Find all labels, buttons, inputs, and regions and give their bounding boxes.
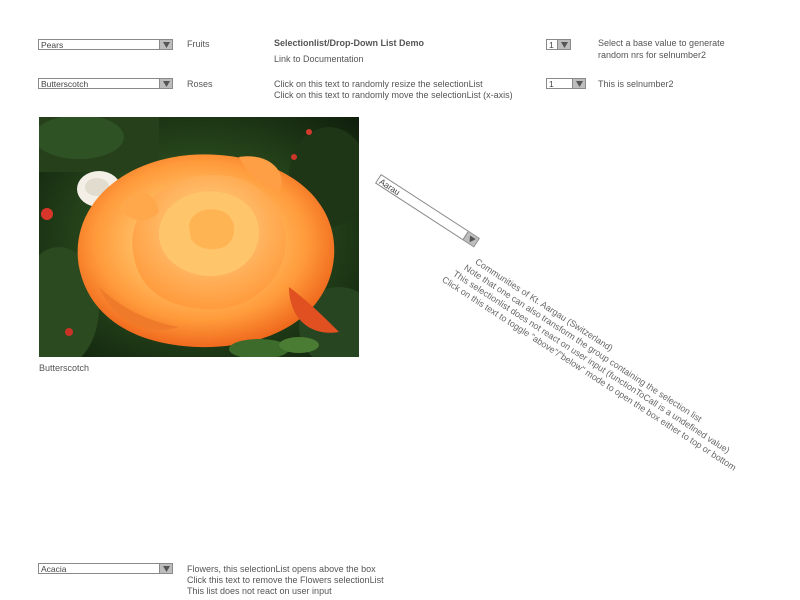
chevron-down-icon[interactable] <box>159 40 172 49</box>
fruits-label: Fruits <box>187 39 210 49</box>
selnumber1-help-line1: Select a base value to generate <box>598 38 725 48</box>
flowers-selected-value: Acacia <box>41 564 67 574</box>
resize-link[interactable]: Click on this text to randomly resize th… <box>274 79 483 90</box>
selnumber2-help: This is selnumber2 <box>598 79 674 89</box>
flowers-selectionlist[interactable]: Acacia <box>38 563 173 574</box>
roses-label: Roses <box>187 79 213 89</box>
chevron-down-icon[interactable] <box>159 79 172 88</box>
flowers-no-input-note: This list does not react on user input <box>187 586 332 596</box>
selnumber1-value: 1 <box>549 40 554 50</box>
toggle-mode-link[interactable]: Click on this text to toggle "above"/"be… <box>440 274 738 473</box>
photo-caption: Butterscotch <box>39 363 90 373</box>
chevron-down-icon[interactable] <box>557 40 570 49</box>
selnumber2-select[interactable]: 1 <box>546 78 586 89</box>
no-input-note: This selectionlist does not react on use… <box>451 268 732 456</box>
transform-note: Note that one can also transform the gro… <box>462 262 704 425</box>
remove-flowers-link[interactable]: Click this text to remove the Flowers se… <box>187 575 384 586</box>
chevron-down-icon[interactable] <box>159 564 172 573</box>
rose-photo <box>39 117 359 357</box>
roses-selectionlist[interactable]: Butterscotch <box>38 78 173 89</box>
rose-image <box>39 117 359 357</box>
selnumber1-select[interactable]: 1 <box>546 39 571 50</box>
communities-selectionlist[interactable]: Aarau <box>375 174 480 248</box>
selnumber2-value: 1 <box>549 79 554 89</box>
selnumber1-help-line2: random nrs for selnumber2 <box>598 50 707 60</box>
page-title: Selectionlist/Drop-Down List Demo <box>274 38 425 48</box>
fruits-selectionlist[interactable]: Pears <box>38 39 173 50</box>
communities-selected-value: Aarau <box>377 176 402 198</box>
chevron-down-icon[interactable] <box>572 79 585 88</box>
move-link[interactable]: Click on this text to randomly move the … <box>274 90 513 101</box>
fruits-selected-value: Pears <box>41 40 64 50</box>
documentation-link[interactable]: Link to Documentation <box>274 54 364 65</box>
chevron-down-icon[interactable] <box>462 231 479 247</box>
flowers-description: Flowers, this selectionList opens above … <box>187 564 376 574</box>
roses-selected-value: Butterscotch <box>41 79 89 89</box>
